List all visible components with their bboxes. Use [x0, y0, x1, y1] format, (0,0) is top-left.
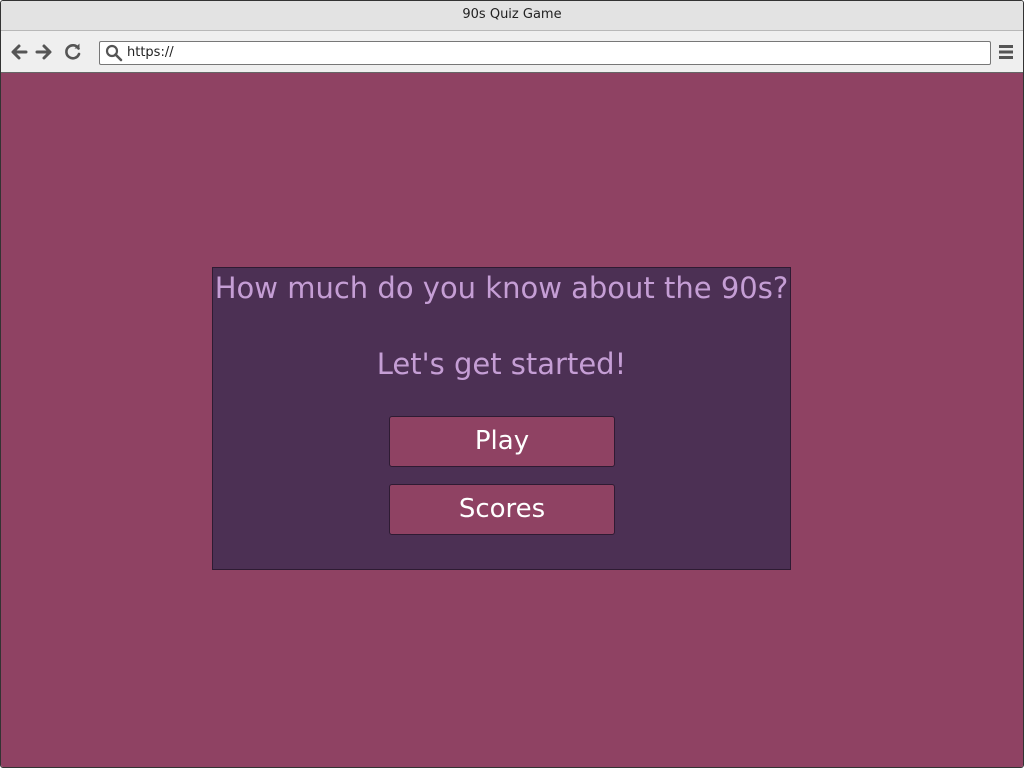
window-title: 90s Quiz Game [462, 7, 562, 22]
quiz-headline: How much do you know about the 90s? [214, 271, 789, 305]
arrow-right-icon [35, 44, 52, 60]
arrow-left-icon [11, 44, 28, 60]
page-viewport: How much do you know about the 90s? Let'… [1, 73, 1023, 767]
hamburger-menu-icon [999, 45, 1013, 59]
reload-icon [65, 43, 81, 60]
back-button[interactable] [9, 42, 29, 62]
reload-button[interactable] [63, 42, 83, 62]
play-button[interactable]: Play [389, 416, 615, 467]
search-icon [105, 44, 123, 62]
window-titlebar: 90s Quiz Game [1, 1, 1023, 31]
welcome-card: How much do you know about the 90s? Let'… [212, 267, 791, 570]
quiz-subline: Let's get started! [376, 347, 627, 381]
browser-toolbar: https:// [1, 31, 1023, 73]
browser-window: 90s Quiz Game https:// How much do you k… [0, 0, 1024, 768]
address-input[interactable]: https:// [127, 42, 174, 64]
menu-button[interactable] [997, 42, 1015, 62]
forward-button[interactable] [34, 42, 54, 62]
scores-button[interactable]: Scores [389, 484, 615, 535]
address-bar[interactable]: https:// [99, 41, 991, 65]
